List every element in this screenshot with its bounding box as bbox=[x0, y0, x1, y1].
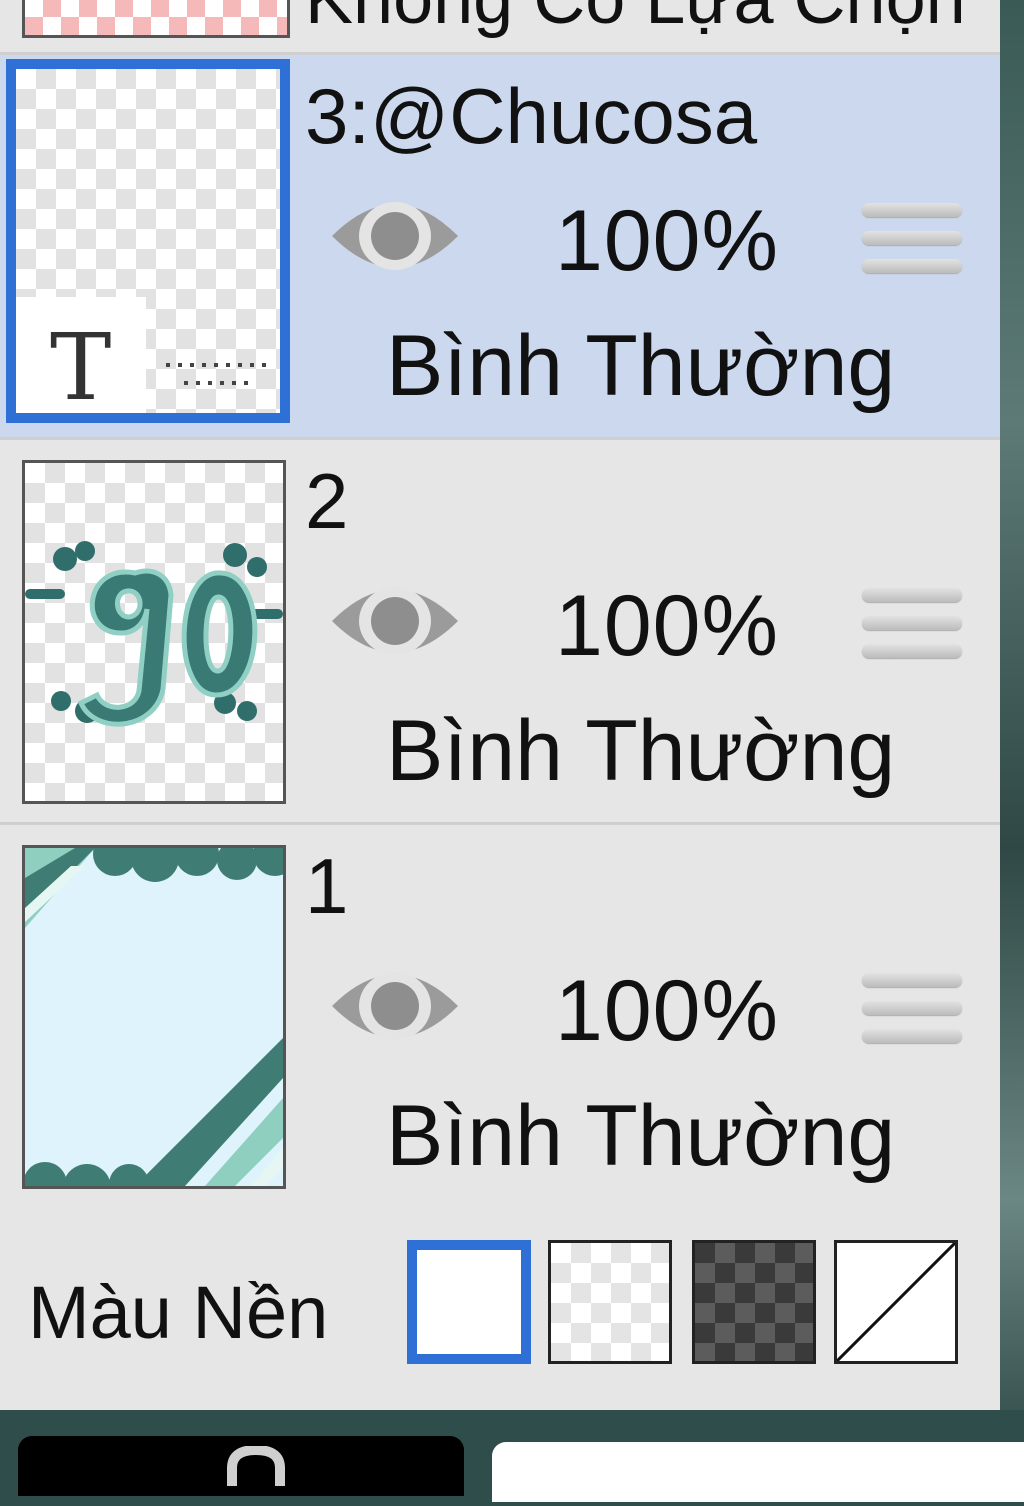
90-lettering-thumbnail-icon bbox=[25, 541, 283, 727]
blend-mode[interactable]: Bình Thường bbox=[386, 1093, 895, 1179]
layer-row-3[interactable]: T 3:@Chucosa 100% Bình Thường bbox=[0, 55, 1000, 440]
bottom-toolbar bbox=[0, 1410, 1024, 1502]
bg-swatch-dark-checker[interactable] bbox=[692, 1240, 816, 1364]
background-color-row: Màu Nền bbox=[0, 1206, 1000, 1410]
layer-thumbnail bbox=[22, 0, 290, 38]
layer-row-partial[interactable]: Không Có Lựa Chọn bbox=[0, 0, 1000, 55]
no-background-icon bbox=[835, 1241, 957, 1363]
background-color-label: Màu Nền bbox=[28, 1271, 329, 1354]
layer-thumbnail: T bbox=[6, 59, 290, 423]
opacity-value[interactable]: 100% bbox=[555, 968, 779, 1054]
svg-text:T: T bbox=[50, 314, 111, 413]
layer-row-1[interactable]: 1 100% Bình Thường bbox=[0, 825, 1000, 1210]
drag-handle-icon[interactable] bbox=[862, 588, 962, 672]
canvas-edge bbox=[1000, 0, 1024, 1410]
blend-mode[interactable]: Bình Thường bbox=[386, 708, 895, 794]
layer-row-2[interactable]: 2 100% Bình Thường bbox=[0, 440, 1000, 825]
visibility-eye-icon[interactable] bbox=[328, 189, 462, 283]
layer-name: Không Có Lựa Chọn bbox=[305, 0, 966, 40]
layer-thumbnail bbox=[22, 845, 286, 1189]
lock-button[interactable] bbox=[18, 1436, 464, 1496]
bg-swatch-white[interactable] bbox=[407, 1240, 531, 1364]
layer-name: 2 bbox=[305, 457, 349, 545]
bg-swatch-light-checker[interactable] bbox=[548, 1240, 672, 1364]
blend-mode[interactable]: Bình Thường bbox=[386, 323, 895, 409]
text-layer-thumbnail-icon: T bbox=[16, 297, 266, 413]
opacity-value[interactable]: 100% bbox=[555, 198, 779, 284]
layer-panel: Không Có Lựa Chọn T 3:@Chucosa 100% bbox=[0, 0, 1000, 1410]
toolbar-button[interactable] bbox=[492, 1442, 1024, 1502]
layer-name: 1 bbox=[305, 842, 349, 930]
drag-handle-icon[interactable] bbox=[862, 203, 962, 287]
bg-swatch-none[interactable] bbox=[834, 1240, 958, 1364]
drag-handle-icon[interactable] bbox=[862, 973, 962, 1057]
layer-thumbnail bbox=[22, 460, 286, 804]
visibility-eye-icon[interactable] bbox=[328, 959, 462, 1053]
layer-name: 3:@Chucosa bbox=[305, 72, 758, 160]
lock-icon bbox=[227, 1446, 285, 1486]
light-blue-frame-thumbnail-icon bbox=[25, 848, 283, 1186]
opacity-value[interactable]: 100% bbox=[555, 583, 779, 669]
visibility-eye-icon[interactable] bbox=[328, 574, 462, 668]
